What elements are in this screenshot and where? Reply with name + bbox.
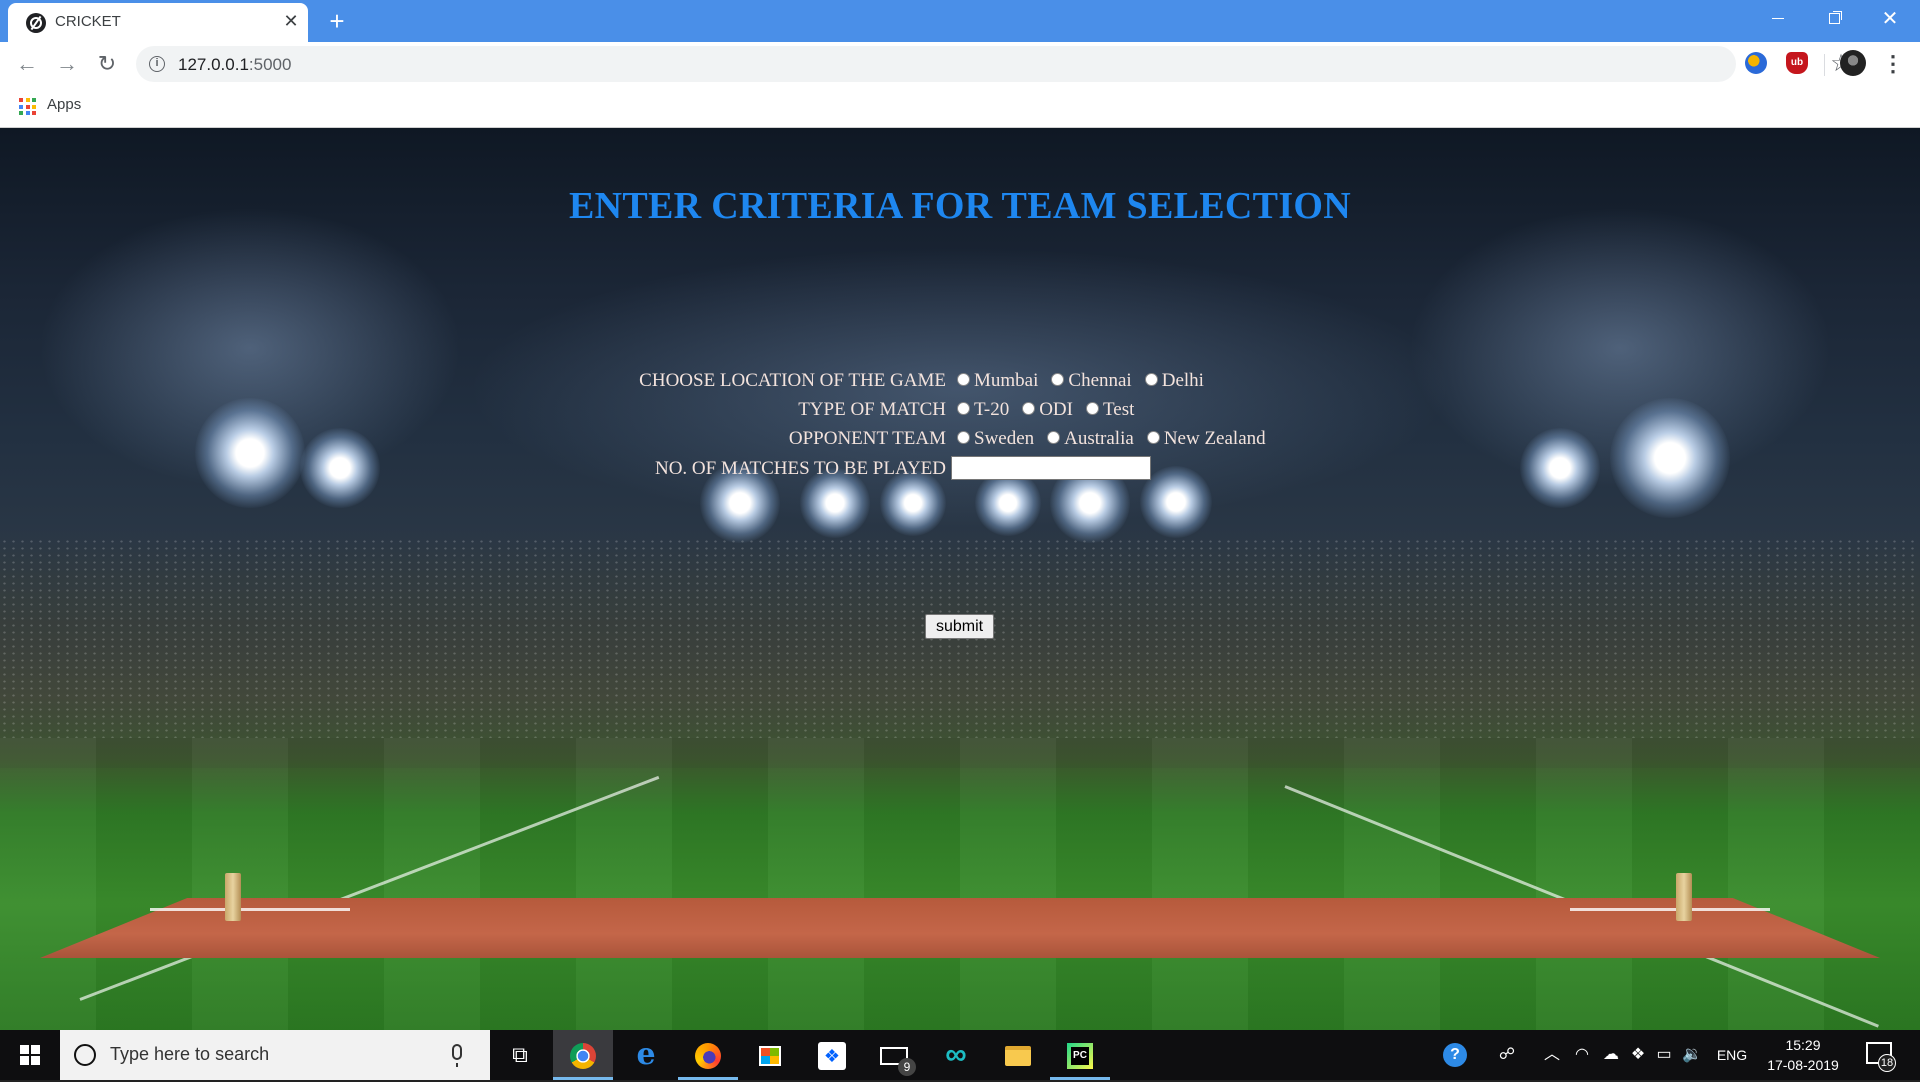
option-delhi: Delhi — [1161, 370, 1204, 391]
cricket-field — [0, 738, 1920, 1030]
page-viewport: ENTER CRITERIA FOR TEAM SELECTION CHOOSE… — [0, 128, 1920, 1030]
arduino-taskbar-icon[interactable]: ∞ — [926, 1030, 986, 1080]
page-title: ENTER CRITERIA FOR TEAM SELECTION — [568, 185, 1352, 227]
opponent-row: OPPONENT TEAM Sweden Australia New Zealand — [0, 428, 1920, 454]
match-type-row: TYPE OF MATCH T-20 ODI Test — [0, 399, 1920, 425]
minimize-button[interactable] — [1750, 0, 1806, 40]
toolbar-divider — [1824, 54, 1825, 76]
globe-icon — [26, 13, 46, 33]
wifi-icon[interactable]: ◠ — [1570, 1030, 1594, 1080]
file-explorer-taskbar-icon[interactable] — [988, 1030, 1048, 1080]
radio-mumbai[interactable] — [957, 373, 970, 386]
onedrive-icon[interactable]: ☁ — [1598, 1030, 1624, 1080]
url-host: 127.0.0.1 — [178, 55, 249, 74]
browser-toolbar: ← → ↻ i 127.0.0.1:5000 ☆ ub ⋮ — [0, 42, 1920, 86]
new-tab-button[interactable]: + — [322, 6, 352, 36]
radio-delhi[interactable] — [1144, 373, 1158, 386]
radio-t20[interactable] — [957, 402, 970, 415]
crease-line — [1570, 908, 1770, 911]
battery-icon[interactable]: ▭ — [1652, 1030, 1676, 1080]
option-chennai: Chennai — [1068, 370, 1132, 391]
store-taskbar-icon[interactable] — [740, 1030, 800, 1080]
clock-date: 17-08-2019 — [1767, 1057, 1839, 1073]
tab-title: CRICKET — [55, 13, 121, 30]
option-test: Test — [1102, 399, 1135, 420]
people-icon[interactable]: ☍ — [1492, 1030, 1522, 1080]
windows-start-icon[interactable] — [0, 1030, 60, 1080]
clock-time: 15:29 — [1785, 1037, 1821, 1053]
cortana-icon — [74, 1044, 96, 1066]
back-arrow-icon[interactable]: ← — [11, 48, 43, 80]
dropbox-taskbar-icon[interactable]: ❖ — [802, 1030, 862, 1080]
browser-titlebar: CRICKET ✕ + ✕ — [0, 0, 1920, 42]
matches-row: NO. OF MATCHES TO BE PLAYED — [0, 456, 1920, 482]
matches-input[interactable] — [951, 456, 1151, 480]
edge-taskbar-icon[interactable]: e — [616, 1030, 676, 1080]
volume-icon[interactable]: 🔉 — [1680, 1030, 1704, 1080]
reload-icon[interactable]: ↻ — [91, 48, 123, 80]
url-port: :5000 — [248, 55, 292, 74]
option-t20: T-20 — [974, 399, 1010, 420]
opponent-label: OPPONENT TEAM — [788, 428, 946, 449]
radio-chennai[interactable] — [1051, 373, 1065, 386]
language-indicator[interactable]: ENG — [1710, 1030, 1754, 1080]
close-tab-icon[interactable]: ✕ — [280, 10, 302, 32]
radio-australia[interactable] — [1047, 431, 1061, 444]
ublock-icon[interactable]: ub — [1786, 52, 1808, 74]
notification-badge: 18 — [1878, 1054, 1896, 1072]
chrome-taskbar-icon[interactable] — [553, 1030, 613, 1080]
match-type-label: TYPE OF MATCH — [798, 399, 946, 420]
microphone-icon[interactable] — [452, 1044, 462, 1067]
forward-arrow-icon[interactable]: → — [51, 48, 83, 80]
stumps — [1676, 873, 1692, 921]
crease-line — [150, 908, 350, 911]
mail-badge: 9 — [898, 1058, 916, 1076]
tab-cricket[interactable]: CRICKET ✕ — [8, 3, 308, 42]
search-placeholder: Type here to search — [110, 1044, 270, 1064]
option-new-zealand: New Zealand — [1163, 428, 1266, 449]
extension-icon[interactable] — [1745, 52, 1767, 74]
apps-grid-icon[interactable] — [19, 98, 36, 115]
location-row: CHOOSE LOCATION OF THE GAME Mumbai Chenna… — [0, 370, 1920, 396]
matches-label: NO. OF MATCHES TO BE PLAYED — [654, 458, 946, 479]
option-sweden: Sweden — [974, 428, 1035, 449]
url-text[interactable]: 127.0.0.1:5000 — [178, 55, 291, 75]
restore-button[interactable] — [1806, 0, 1862, 40]
cricket-pitch — [40, 898, 1880, 958]
pycharm-taskbar-icon[interactable] — [1050, 1030, 1110, 1080]
radio-new-zealand[interactable] — [1146, 431, 1160, 444]
close-window-button[interactable]: ✕ — [1862, 0, 1918, 40]
mail-taskbar-icon[interactable]: 9 — [864, 1030, 924, 1080]
dropbox-tray-icon[interactable]: ❖ — [1626, 1030, 1650, 1080]
apps-bookmark[interactable]: Apps — [47, 96, 81, 113]
kebab-menu-icon[interactable]: ⋮ — [1880, 50, 1906, 78]
windows-taskbar: Type here to search ⧉ e ❖ 9 ∞ ? ☍ ︿ ◠ ☁ … — [0, 1030, 1920, 1080]
avatar[interactable] — [1840, 50, 1866, 76]
taskbar-search[interactable]: Type here to search — [60, 1030, 490, 1080]
option-odi: ODI — [1039, 399, 1073, 420]
bookmarks-bar: Apps — [0, 86, 1920, 128]
radio-test[interactable] — [1085, 402, 1099, 415]
submit-button[interactable]: submit — [925, 614, 994, 639]
stumps — [225, 873, 241, 921]
firefox-taskbar-icon[interactable] — [678, 1030, 738, 1080]
system-clock[interactable]: 15:29 17-08-2019 — [1760, 1035, 1846, 1075]
radio-sweden[interactable] — [957, 431, 970, 444]
help-icon[interactable]: ? — [1440, 1030, 1470, 1080]
option-mumbai: Mumbai — [974, 370, 1039, 391]
radio-odi[interactable] — [1022, 402, 1036, 415]
chevron-up-icon[interactable]: ︿ — [1540, 1030, 1564, 1080]
address-bar[interactable]: i 127.0.0.1:5000 ☆ — [136, 46, 1852, 82]
location-label: CHOOSE LOCATION OF THE GAME — [639, 370, 946, 391]
option-australia: Australia — [1064, 428, 1134, 449]
task-view-icon[interactable]: ⧉ — [490, 1030, 550, 1080]
info-icon[interactable]: i — [149, 56, 165, 72]
